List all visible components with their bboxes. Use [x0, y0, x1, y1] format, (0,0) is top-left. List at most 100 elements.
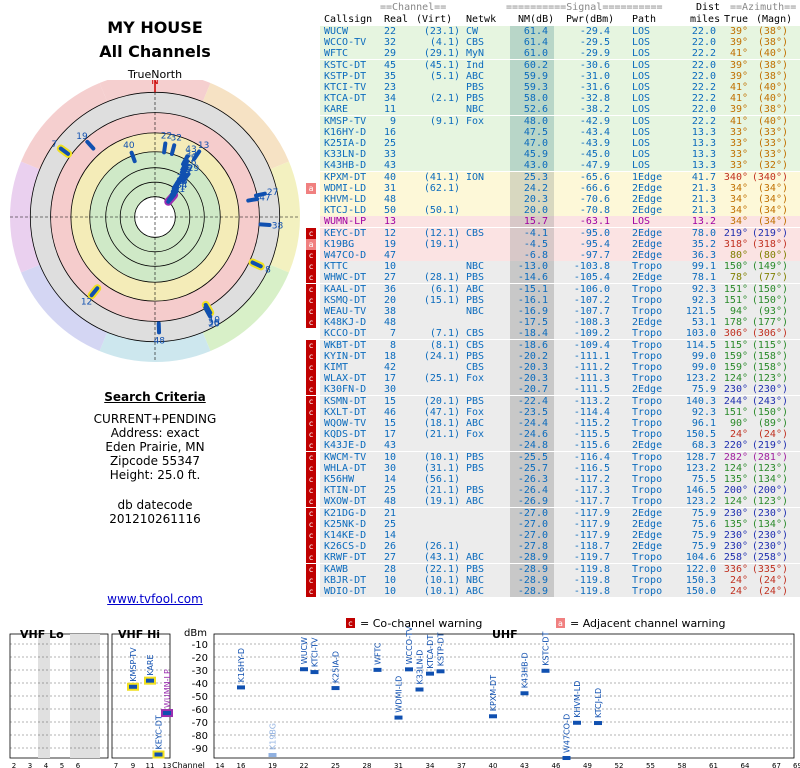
cell-nm: 58.0: [523, 93, 548, 105]
co-channel-flag: c: [306, 306, 316, 317]
channel-tick-label: 2: [12, 762, 16, 768]
cell-cs: K14KE-D: [324, 530, 367, 541]
cell-real: 27: [383, 552, 396, 564]
cell-virt: (41.1): [423, 171, 460, 183]
cell-dist: 21.3: [691, 182, 716, 194]
cell-dist: 22.2: [691, 48, 716, 60]
co-channel-flag: c: [306, 574, 316, 586]
cell-net: ABC: [466, 586, 485, 597]
cell-dist: 68.3: [691, 440, 716, 452]
cell-dist: 13.3: [691, 126, 716, 138]
co-channel-flag: c: [306, 395, 316, 407]
cell-path: Tropo: [632, 328, 663, 340]
cell-pwr: -115.6: [573, 440, 610, 452]
cell-dist: 13.3: [691, 149, 716, 161]
station-marker: [562, 756, 571, 761]
y-tick-label: -10: [192, 640, 208, 651]
station-callsign: WCCO-TV: [405, 626, 414, 665]
cell-path: Tropo: [632, 552, 663, 564]
cell-real: 14: [383, 530, 396, 541]
cell-pwr: -95.0: [579, 227, 610, 239]
cell-mag: (219°): [751, 227, 788, 239]
co-channel-flag: c: [306, 350, 316, 362]
cell-path: 2Edge: [632, 530, 663, 541]
channel-tick-label: 67: [772, 762, 781, 768]
col-path: Path: [632, 14, 657, 25]
table-row: WDIO-DT 10 (10.1) ABC -28.9 -119.8 Tropo 150.0 2…: [306, 586, 800, 597]
cell-nm: -23.5: [517, 406, 548, 418]
cell-net: PBS: [466, 93, 485, 105]
co-channel-flag: c: [306, 552, 316, 564]
cell-real: 36: [383, 283, 396, 295]
cell-virt: (15.1): [423, 294, 460, 306]
station-label: 48: [154, 336, 166, 346]
cell-dist: 35.2: [691, 238, 716, 250]
cell-az: 39°: [729, 37, 748, 49]
cell-dist: 75.5: [691, 474, 716, 485]
cell-az: 24°: [729, 574, 748, 586]
station-callsign: K33LN-D: [416, 650, 425, 685]
col-virt: (Virt): [416, 14, 453, 25]
cell-net: ABC: [466, 283, 485, 295]
station-callsign: KTCI-TV: [311, 637, 320, 667]
col-nm: NM(dB): [518, 14, 555, 25]
cell-net: PBS: [466, 395, 485, 407]
cell-mag: (115°): [751, 339, 788, 351]
azimuth-group-header: ==Azimuth==: [730, 2, 797, 13]
cell-cs: KTCI-TV: [324, 82, 367, 93]
cell-mag: (38°): [757, 37, 788, 49]
cell-real: 25: [383, 518, 396, 530]
cell-pwr: -117.9: [573, 507, 610, 519]
table-row: KCCO-DT 7 (7.1) CBS -18.4 -109.2 Tropo 103.0 306…: [320, 328, 800, 340]
co-channel-flag: c: [306, 373, 316, 385]
cell-nm: 59.3: [523, 82, 548, 93]
cell-net: CBS: [466, 339, 485, 351]
co-channel-flag: c: [306, 507, 316, 519]
cell-nm: -6.8: [523, 250, 548, 261]
cell-dist: 22.0: [691, 59, 716, 71]
cell-cs: KSTP-DT: [324, 70, 367, 82]
channel-tick-label: 49: [583, 762, 592, 768]
cell-cs: K33LN-D: [324, 149, 367, 161]
cell-pwr: -38.2: [579, 104, 610, 116]
cell-cs: KTCJ-LD: [324, 205, 367, 217]
cell-dist: 22.2: [691, 82, 716, 93]
channel-tick-label: 46: [552, 762, 561, 768]
cell-nm: 15.7: [523, 216, 548, 228]
cell-cs: KBJR-DT: [324, 574, 367, 586]
co-channel-flag: c: [306, 250, 316, 261]
station-label: 38: [272, 222, 284, 232]
cell-path: Tropo: [632, 418, 663, 429]
cell-nm: -26.9: [517, 496, 548, 508]
table-row: KEYC-DT 12 (12.1) CBS -4.1 -95.0 2Edge 78.0 219°…: [306, 227, 800, 239]
cell-path: LOS: [632, 93, 651, 105]
cell-path: Tropo: [632, 294, 663, 306]
cell-az: 94°: [729, 306, 748, 317]
cell-mag: (77°): [757, 272, 788, 284]
y-tick-label: -60: [192, 705, 208, 716]
tvfool-link[interactable]: www.tvfool.com: [0, 592, 310, 606]
cell-nm: -27.0: [517, 507, 548, 519]
cell-net: PBS: [466, 563, 485, 575]
cell-virt: (43.1): [423, 552, 460, 564]
cell-path: LOS: [632, 216, 651, 228]
cell-dist: 22.0: [691, 37, 716, 49]
cell-cs: W47CO-D: [324, 250, 367, 261]
search-line: Address: exact: [110, 426, 200, 440]
cell-az: 306°: [723, 328, 748, 340]
station-marker: [426, 671, 434, 676]
cell-real: 50: [383, 205, 396, 217]
cell-virt: (2.1): [429, 93, 460, 105]
cell-path: Tropo: [632, 283, 663, 295]
channel-tick-label: 11: [146, 762, 155, 768]
cell-nm: 61.0: [523, 48, 548, 60]
cell-nm: -20.7: [517, 384, 548, 396]
cell-az: 41°: [729, 82, 748, 93]
cell-pwr: -65.6: [579, 171, 610, 183]
cell-mag: (80°): [757, 250, 788, 261]
cell-mag: (33°): [757, 149, 788, 161]
cell-dist: 75.9: [691, 541, 716, 553]
table-row: WHWC-DT 27 (28.1) PBS -14.6 -105.4 2Edge 78.1 78…: [306, 272, 800, 284]
station-label: 40: [123, 141, 135, 151]
cell-real: 33: [383, 149, 396, 161]
